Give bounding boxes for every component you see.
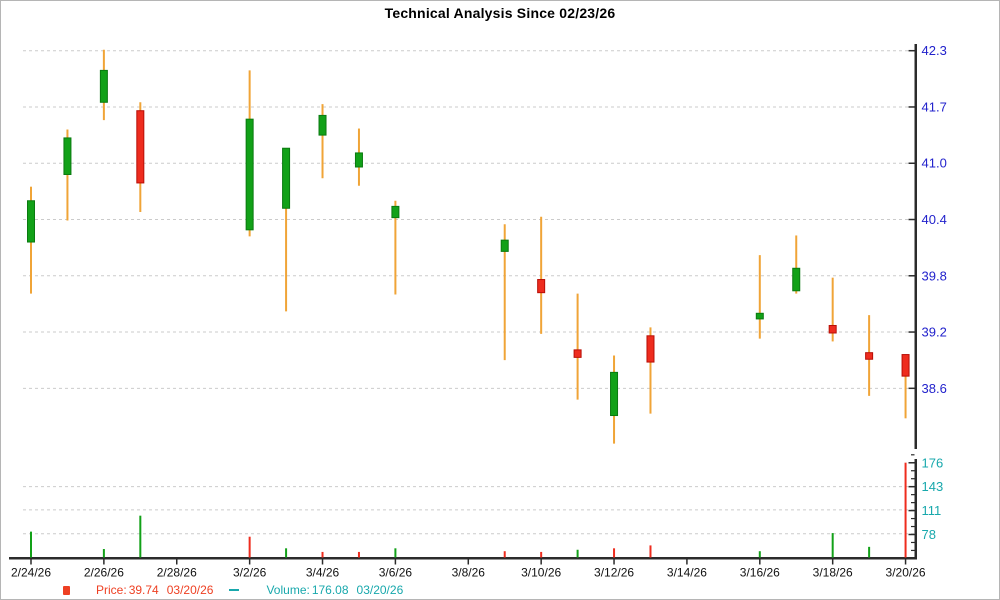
price-axis-line xyxy=(915,44,918,449)
price-tick-label: 41.7 xyxy=(922,99,947,114)
price-tick-label: 42.3 xyxy=(922,43,947,58)
x-tick-label: 3/12/26 xyxy=(594,566,634,580)
volume-tick-label: 176 xyxy=(922,455,944,470)
x-tick-label: 3/16/26 xyxy=(740,566,780,580)
price-tick-label: 39.2 xyxy=(922,325,947,340)
candle-body xyxy=(319,115,326,135)
candle-body xyxy=(28,201,35,242)
chart-legend: Price:39.7403/20/26 Volume:176.0803/20/2… xyxy=(63,583,403,597)
volume-bar xyxy=(30,532,32,558)
price-tick-label: 39.8 xyxy=(922,268,947,283)
x-tick-label: 3/20/26 xyxy=(886,566,926,580)
volume-bar xyxy=(358,552,360,558)
technical-analysis-chart-page: Technical Analysis Since 02/23/26 42.341… xyxy=(0,0,1000,600)
legend-price-text: Price:39.7403/20/26 xyxy=(76,569,213,600)
volume-bar xyxy=(249,537,251,558)
candle-body xyxy=(355,153,362,167)
x-tick-label: 2/24/26 xyxy=(11,566,51,580)
candle-body xyxy=(137,111,144,183)
candle-body xyxy=(538,280,545,293)
candle-body xyxy=(866,353,873,360)
volume-bar xyxy=(905,463,907,558)
candle-body xyxy=(793,268,800,291)
volume-bar xyxy=(577,550,579,558)
candle-body xyxy=(283,148,290,208)
candle-body xyxy=(246,119,253,230)
volume-bar xyxy=(868,547,870,558)
candle-body xyxy=(392,206,399,217)
volume-bar xyxy=(759,551,761,557)
candle-body xyxy=(64,138,71,175)
volume-dash-icon xyxy=(229,589,239,591)
volume-bar xyxy=(139,516,141,558)
volume-bar xyxy=(540,552,542,558)
price-candle-icon xyxy=(63,586,70,595)
x-tick-label: 3/8/26 xyxy=(452,566,486,580)
volume-bar xyxy=(103,549,105,557)
price-volume-chart: 42.3 41.7 41.0 40.4 39.8 39.2 38.6 176 143 111 78 2… xyxy=(1,1,1000,600)
price-tick-label: 40.4 xyxy=(922,212,947,227)
candle-body xyxy=(902,355,909,377)
candle-body xyxy=(611,372,618,415)
candle-body xyxy=(574,350,581,358)
volume-bar xyxy=(832,533,834,557)
volume-tick-label: 143 xyxy=(922,479,944,494)
volume-bar xyxy=(285,548,287,557)
legend-volume-text: Volume:176.0803/20/26 xyxy=(246,569,403,600)
volume-bar xyxy=(649,545,651,557)
price-tick-label: 38.6 xyxy=(922,381,947,396)
candle-body xyxy=(647,336,654,362)
volume-tick-label: 78 xyxy=(922,527,936,542)
x-tick-label: 3/14/26 xyxy=(667,566,707,580)
x-tick-label: 3/10/26 xyxy=(521,566,561,580)
x-tick-label: 3/18/26 xyxy=(813,566,853,580)
volume-bar xyxy=(394,548,396,557)
candle-body xyxy=(756,313,763,319)
candle-body xyxy=(100,70,107,102)
candle-body xyxy=(501,240,508,251)
candle-body xyxy=(829,325,836,333)
volume-bar xyxy=(322,552,324,558)
volume-bar xyxy=(504,551,506,557)
x-axis-line xyxy=(9,557,917,560)
volume-tick-label: 111 xyxy=(922,503,942,518)
volume-bar xyxy=(613,548,615,557)
volume-axis-line xyxy=(915,459,918,559)
price-tick-label: 41.0 xyxy=(922,156,947,171)
